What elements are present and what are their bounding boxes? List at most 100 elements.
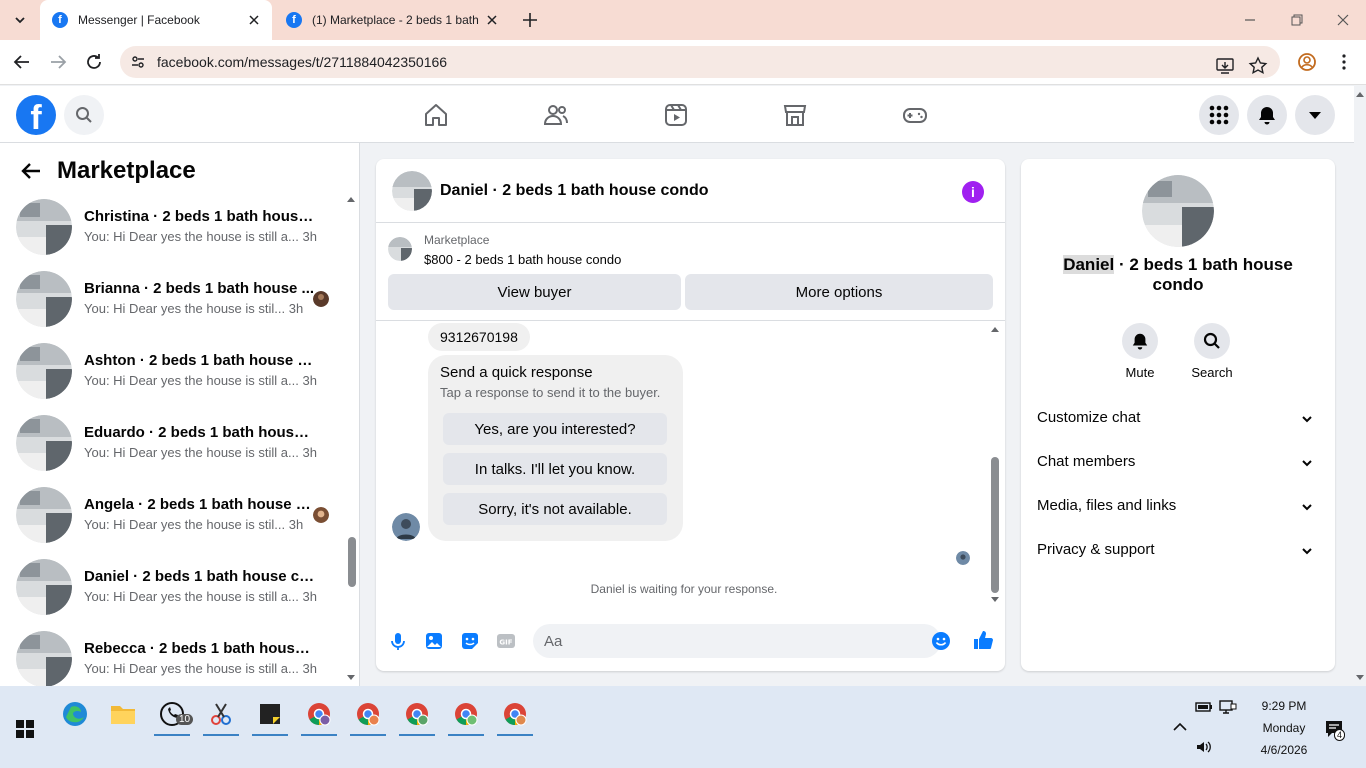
network-icon[interactable] xyxy=(1219,698,1237,716)
minimize-icon[interactable] xyxy=(1238,8,1262,32)
profile-icon[interactable] xyxy=(1297,52,1317,72)
chrome-app-icon[interactable] xyxy=(446,694,486,736)
scroll-up-icon[interactable] xyxy=(346,195,356,203)
forward-arrow-icon[interactable] xyxy=(47,51,69,73)
marketplace-sidebar: Marketplace Christina · 2 beds 1 bath ho… xyxy=(0,143,360,686)
scroll-up-icon[interactable] xyxy=(1355,90,1365,98)
tab-marketplace[interactable]: f (1) Marketplace - 2 beds 1 bath xyxy=(274,0,510,40)
search-action[interactable]: Search xyxy=(1182,323,1242,380)
volume-icon[interactable] xyxy=(1195,738,1213,756)
chrome-app-icon[interactable] xyxy=(299,694,339,736)
quick-response-option[interactable]: Yes, are you interested? xyxy=(443,413,667,445)
sidebar-scroll-thumb[interactable] xyxy=(348,537,356,587)
gif-icon[interactable]: GIF xyxy=(496,631,516,651)
close-icon[interactable] xyxy=(246,12,262,28)
microphone-icon[interactable] xyxy=(388,631,408,651)
chrome-app-icon[interactable] xyxy=(397,694,437,736)
scroll-down-icon[interactable] xyxy=(1355,674,1365,682)
new-tab-plus-icon[interactable] xyxy=(518,8,542,32)
notification-badge: 4 xyxy=(1334,729,1346,741)
conversation-preview: You: Hi Dear yes the house is still a...… xyxy=(84,661,317,676)
folder-icon xyxy=(111,706,135,724)
mute-action[interactable]: Mute xyxy=(1110,323,1170,380)
facebook-logo-icon[interactable]: f xyxy=(16,95,56,135)
conversation-item[interactable]: Ashton · 2 beds 1 bath house co... You: … xyxy=(0,343,344,415)
section-chat-members[interactable]: Chat members xyxy=(1037,443,1319,483)
section-customize-chat[interactable]: Customize chat xyxy=(1037,399,1319,439)
chevron-down-icon xyxy=(1302,460,1312,467)
tab-search-button[interactable] xyxy=(8,8,32,32)
notifications-button[interactable] xyxy=(1247,95,1287,135)
home-icon[interactable] xyxy=(423,102,449,128)
friends-icon[interactable] xyxy=(543,102,569,128)
chrome-app-icon[interactable] xyxy=(495,694,535,736)
conversation-item[interactable]: Brianna · 2 beds 1 bath house ... You: H… xyxy=(0,271,344,343)
back-arrow-icon[interactable] xyxy=(20,160,42,182)
conversation-item[interactable]: Daniel · 2 beds 1 bath house con... You:… xyxy=(0,559,344,631)
chat-avatar-icon[interactable] xyxy=(392,171,432,211)
conversation-item[interactable]: Angela · 2 beds 1 bath house c... You: H… xyxy=(0,487,344,559)
quick-response-option[interactable]: In talks. I'll let you know. xyxy=(443,453,667,485)
omnibox[interactable]: facebook.com/messages/t/2711884042350166 xyxy=(120,46,1280,78)
conversation-time: 3h xyxy=(302,445,317,460)
install-app-icon[interactable] xyxy=(1215,56,1235,76)
photo-icon[interactable] xyxy=(424,631,444,651)
browser-menu-icon[interactable] xyxy=(1334,52,1354,72)
chat-scrollbar[interactable] xyxy=(988,323,1002,605)
listing-thumbnail-icon xyxy=(16,631,72,686)
restore-icon[interactable] xyxy=(1285,8,1309,32)
listing-thumbnail-icon xyxy=(16,487,72,543)
conversation-item[interactable]: Christina · 2 beds 1 bath house c... You… xyxy=(0,199,344,271)
conversation-info-button[interactable]: i xyxy=(962,181,984,203)
account-button[interactable] xyxy=(1295,95,1335,135)
conversation-item[interactable]: Rebecca · 2 beds 1 bath house c... You: … xyxy=(0,631,344,686)
edge-app-icon[interactable] xyxy=(55,694,95,734)
battery-icon[interactable] xyxy=(1195,698,1213,716)
sidebar-scrollbar[interactable] xyxy=(344,195,358,686)
notification-center-button[interactable]: 4 xyxy=(1324,719,1346,741)
quick-response-subtitle: Tap a response to send it to the buyer. xyxy=(440,385,661,400)
thumbs-up-icon[interactable] xyxy=(972,629,994,651)
tab-messenger[interactable]: f Messenger | Facebook xyxy=(40,0,272,40)
mute-label: Mute xyxy=(1125,365,1155,380)
emoji-icon[interactable] xyxy=(931,631,951,651)
snipping-tool-app-icon[interactable] xyxy=(201,694,241,736)
menu-grid-button[interactable] xyxy=(1199,95,1239,135)
facebook-search-button[interactable] xyxy=(64,95,104,135)
gaming-icon[interactable] xyxy=(902,102,928,128)
page-scrollbar[interactable] xyxy=(1354,86,1366,686)
clock-time[interactable]: 9:29 PM xyxy=(1244,699,1324,713)
section-media-files-links[interactable]: Media, files and links xyxy=(1037,487,1319,527)
view-buyer-button[interactable]: View buyer xyxy=(388,274,681,310)
scroll-down-icon[interactable] xyxy=(346,674,356,682)
section-privacy-support[interactable]: Privacy & support xyxy=(1037,531,1319,571)
chevron-down-icon xyxy=(1302,504,1312,511)
windows-start-icon[interactable] xyxy=(16,720,34,738)
back-arrow-icon[interactable] xyxy=(11,51,33,73)
message-bubble[interactable]: 9312670198 xyxy=(428,323,530,351)
more-options-button[interactable]: More options xyxy=(685,274,993,310)
listing-price-title[interactable]: $800 - 2 beds 1 bath house condo xyxy=(424,252,621,267)
sticker-icon[interactable] xyxy=(460,631,480,651)
bookmark-star-icon[interactable] xyxy=(1248,56,1268,76)
marketplace-icon[interactable] xyxy=(782,102,808,128)
scroll-down-icon[interactable] xyxy=(990,596,1000,604)
video-icon[interactable] xyxy=(663,102,689,128)
window-close-icon[interactable] xyxy=(1331,8,1355,32)
file-explorer-app-icon[interactable] xyxy=(103,694,143,734)
sticky-notes-app-icon[interactable] xyxy=(250,694,290,736)
site-settings-icon[interactable] xyxy=(130,54,146,70)
show-hidden-icons-icon[interactable] xyxy=(1171,718,1189,736)
close-icon[interactable] xyxy=(484,12,500,28)
whatsapp-app-icon[interactable]: 10 xyxy=(152,694,194,736)
quick-response-option[interactable]: Sorry, it's not available. xyxy=(443,493,667,525)
chat-scroll-thumb[interactable] xyxy=(991,457,999,593)
conversation-item[interactable]: Eduardo · 2 beds 1 bath house c... You: … xyxy=(0,415,344,487)
message-input[interactable]: Aa xyxy=(533,624,950,658)
chrome-app-icon[interactable] xyxy=(348,694,388,736)
conversation-time: 3h xyxy=(288,301,304,316)
conversation-list: Christina · 2 beds 1 bath house c... You… xyxy=(0,199,344,686)
scroll-up-icon[interactable] xyxy=(990,325,1000,333)
chat-title[interactable]: Daniel · 2 beds 1 bath house condo xyxy=(440,182,708,200)
reload-icon[interactable] xyxy=(83,51,105,73)
